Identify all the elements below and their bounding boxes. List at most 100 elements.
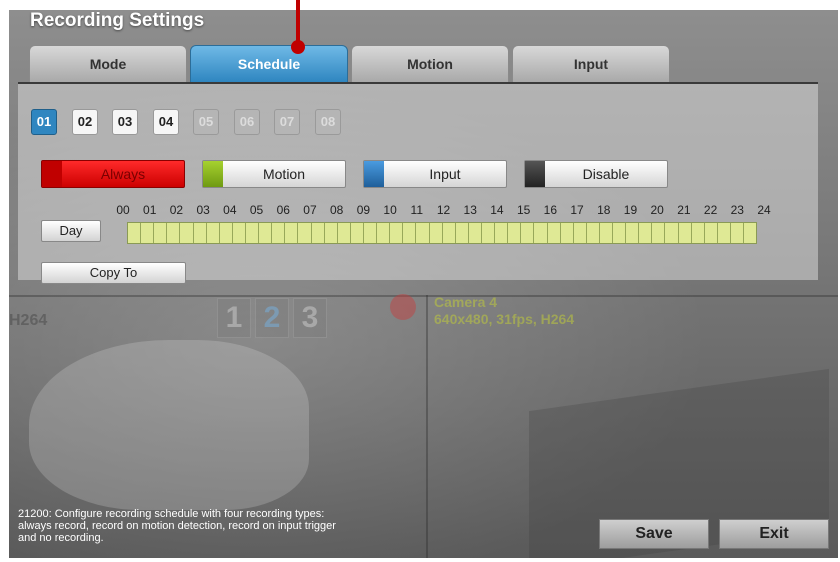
input-color-swatch xyxy=(364,161,384,187)
motion-color-swatch xyxy=(203,161,223,187)
schedule-cell[interactable] xyxy=(468,223,482,243)
schedule-cell[interactable] xyxy=(521,223,535,243)
schedule-cell[interactable] xyxy=(429,223,443,243)
schedule-cell[interactable] xyxy=(508,223,522,243)
window-title: Recording Settings xyxy=(30,10,205,31)
channel-button-02[interactable]: 02 xyxy=(72,109,98,135)
always-type-label: Always xyxy=(100,166,146,182)
schedule-cell[interactable] xyxy=(560,223,574,243)
schedule-cell[interactable] xyxy=(311,223,325,243)
hour-label: 23 xyxy=(730,203,744,217)
background-channel-digits: 1 2 3 xyxy=(217,298,327,338)
schedule-cell[interactable] xyxy=(259,223,273,243)
schedule-cell[interactable] xyxy=(403,223,417,243)
disable-color-swatch xyxy=(525,161,545,187)
schedule-cell[interactable] xyxy=(691,223,705,243)
hour-label: 13 xyxy=(463,203,477,217)
schedule-cell[interactable] xyxy=(180,223,194,243)
schedule-cell[interactable] xyxy=(141,223,155,243)
tab-input[interactable]: Input xyxy=(512,45,670,83)
schedule-grid[interactable] xyxy=(127,222,757,244)
background-camera-image xyxy=(29,340,309,510)
always-color-swatch xyxy=(42,161,62,187)
schedule-cell[interactable] xyxy=(717,223,732,243)
hour-label: 01 xyxy=(143,203,157,217)
background-digit: 3 xyxy=(293,298,327,338)
schedule-cell[interactable] xyxy=(219,223,233,243)
hour-label: 12 xyxy=(436,203,451,217)
schedule-cell[interactable] xyxy=(455,223,469,243)
tab-schedule[interactable]: Schedule xyxy=(190,45,348,83)
schedule-cell[interactable] xyxy=(272,223,286,243)
schedule-cell[interactable] xyxy=(744,223,757,243)
hour-label: 14 xyxy=(490,203,504,217)
schedule-cell[interactable] xyxy=(232,223,246,243)
day-button[interactable]: Day xyxy=(41,220,101,242)
schedule-cell[interactable] xyxy=(167,223,181,243)
schedule-cell[interactable] xyxy=(731,223,745,243)
hour-label: 04 xyxy=(223,203,237,217)
schedule-cell[interactable] xyxy=(613,223,627,243)
schedule-cell[interactable] xyxy=(495,223,509,243)
schedule-cell[interactable] xyxy=(206,223,220,243)
hour-label: 22 xyxy=(703,203,718,217)
callout-pointer-dot xyxy=(291,40,305,54)
channel-button-07: 07 xyxy=(274,109,300,135)
schedule-cell[interactable] xyxy=(442,223,456,243)
motion-type-button[interactable]: Motion xyxy=(202,160,346,188)
channel-button-08: 08 xyxy=(315,109,341,135)
schedule-cell[interactable] xyxy=(665,223,679,243)
schedule-cell[interactable] xyxy=(350,223,364,243)
schedule-cell[interactable] xyxy=(337,223,351,243)
schedule-cell[interactable] xyxy=(678,223,692,243)
tab-mode[interactable]: Mode xyxy=(29,45,187,83)
hour-label: 20 xyxy=(650,203,664,217)
hour-labels: 00 01 02 03 04 05 06 07 08 09 10 11 12 13 14 15 16 17 18 19… xyxy=(111,203,776,217)
schedule-cell[interactable] xyxy=(599,223,614,243)
hour-label: 02 xyxy=(169,203,184,217)
schedule-cell[interactable] xyxy=(363,223,378,243)
hour-label: 15 xyxy=(516,203,531,217)
channel-button-03[interactable]: 03 xyxy=(112,109,138,135)
copy-to-button[interactable]: Copy To xyxy=(41,262,186,284)
schedule-cell[interactable] xyxy=(377,223,391,243)
hour-label: 06 xyxy=(276,203,290,217)
hour-label: 10 xyxy=(383,203,397,217)
schedule-cell[interactable] xyxy=(416,223,430,243)
schedule-cell[interactable] xyxy=(128,223,142,243)
background-divider xyxy=(9,295,838,297)
schedule-cell[interactable] xyxy=(245,223,260,243)
background-codec-label: H264 xyxy=(9,312,48,329)
hour-label: 18 xyxy=(597,203,611,217)
schedule-cell[interactable] xyxy=(534,223,548,243)
exit-button[interactable]: Exit xyxy=(719,519,829,549)
schedule-cell[interactable] xyxy=(573,223,587,243)
always-type-button[interactable]: Always xyxy=(41,160,185,188)
schedule-cell[interactable] xyxy=(324,223,338,243)
schedule-cell[interactable] xyxy=(481,223,496,243)
schedule-cell[interactable] xyxy=(626,223,640,243)
schedule-cell[interactable] xyxy=(704,223,718,243)
channel-button-04[interactable]: 04 xyxy=(153,109,179,135)
schedule-cell[interactable] xyxy=(193,223,207,243)
channel-button-01[interactable]: 01 xyxy=(31,109,57,135)
schedule-cell[interactable] xyxy=(390,223,404,243)
schedule-cell[interactable] xyxy=(154,223,168,243)
hour-label: 08 xyxy=(329,203,344,217)
schedule-cell[interactable] xyxy=(285,223,299,243)
hour-label: 24 xyxy=(757,203,771,217)
channel-button-05: 05 xyxy=(193,109,219,135)
schedule-cell[interactable] xyxy=(586,223,600,243)
schedule-cell[interactable] xyxy=(298,223,312,243)
save-button[interactable]: Save xyxy=(599,519,709,549)
schedule-cell[interactable] xyxy=(652,223,666,243)
hour-label: 11 xyxy=(410,203,424,217)
disable-type-button[interactable]: Disable xyxy=(524,160,668,188)
background-camera-info: Camera 4 640x480, 31fps, H264 xyxy=(434,294,574,328)
tab-motion[interactable]: Motion xyxy=(351,45,509,83)
help-text-line: and no recording. xyxy=(18,532,104,544)
input-type-button[interactable]: Input xyxy=(363,160,507,188)
schedule-cell[interactable] xyxy=(547,223,561,243)
hour-label: 03 xyxy=(196,203,210,217)
schedule-cell[interactable] xyxy=(639,223,653,243)
